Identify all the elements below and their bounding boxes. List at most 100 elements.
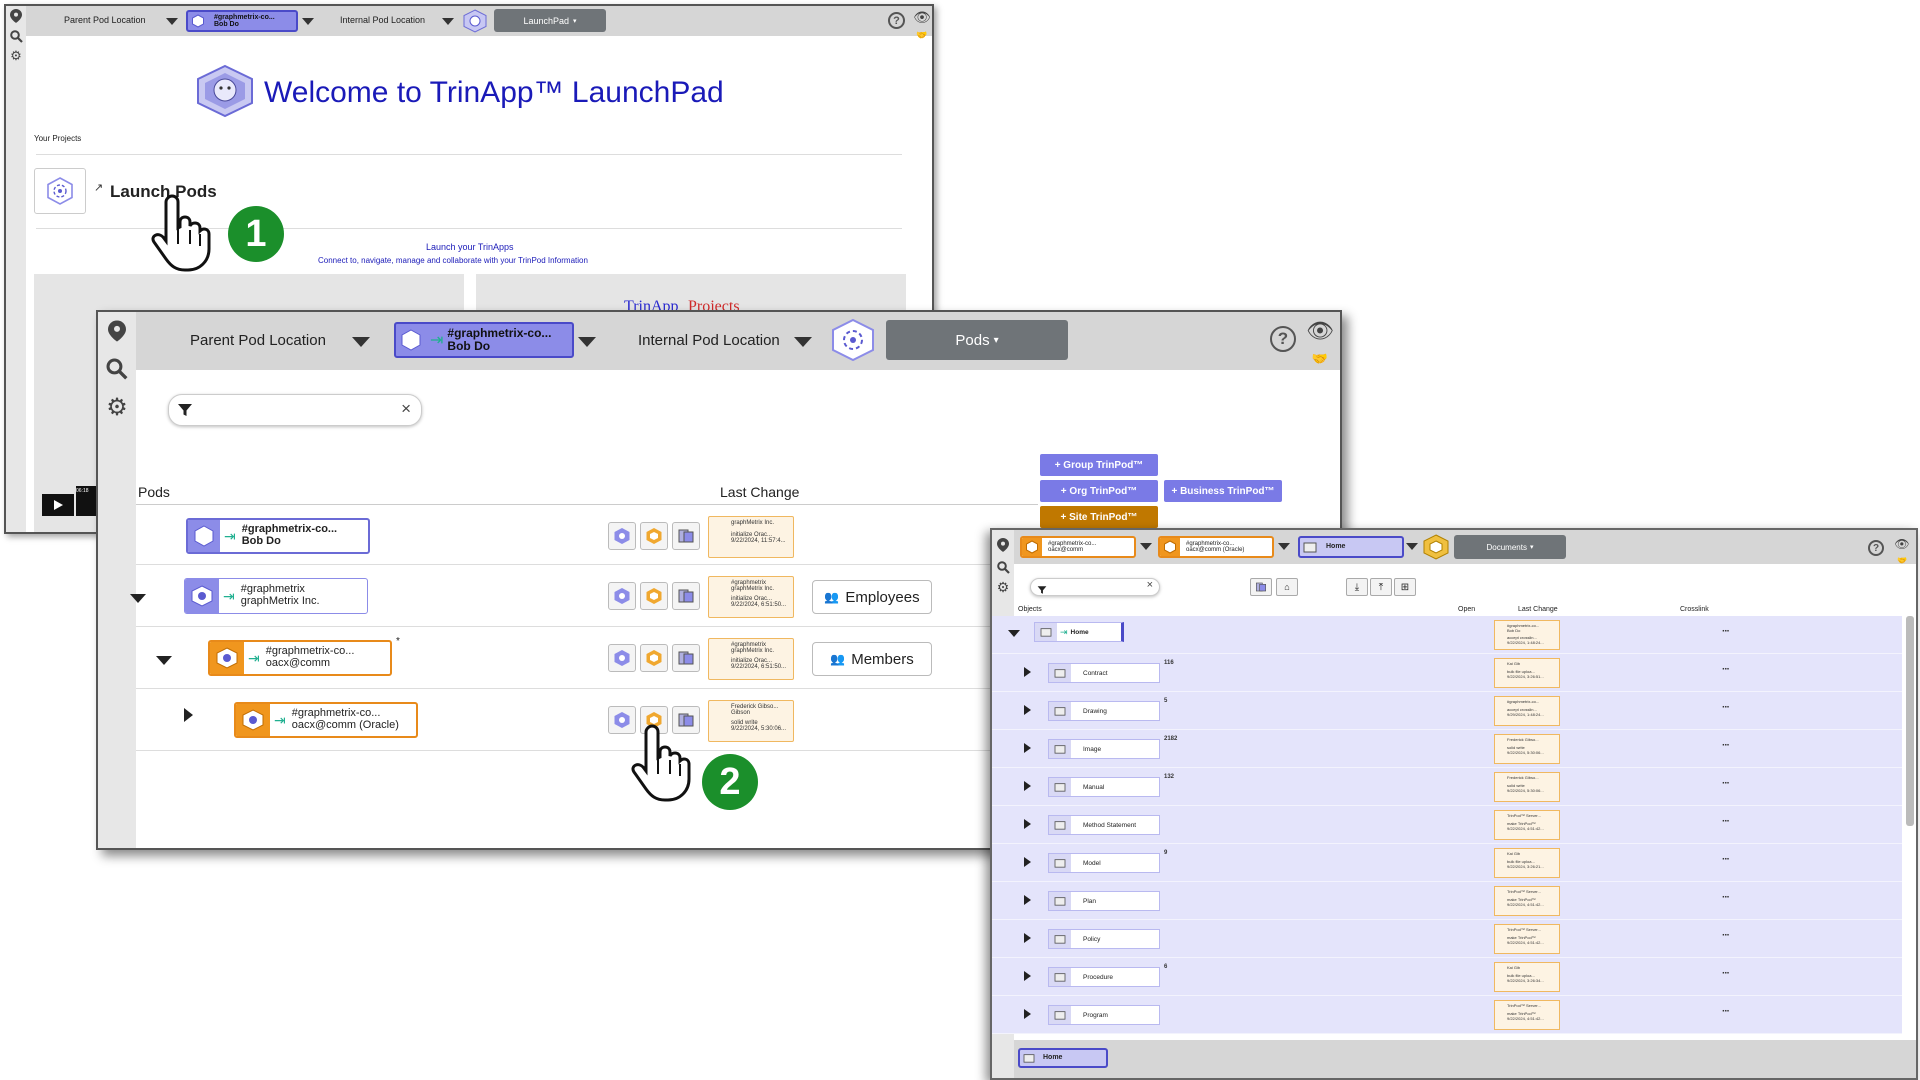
pod-selector-chip[interactable]: #graphmetrix-co... Bob Do [186, 10, 298, 32]
employees-button[interactable]: 👥 Employees [812, 580, 932, 614]
filter-input[interactable]: × [1030, 578, 1160, 596]
gear-icon[interactable]: ⚙ [104, 394, 130, 421]
document-row[interactable]: Method Statement TrinPod™ Server... make T… [992, 806, 1902, 844]
pod-chip-oacx-oracle[interactable]: ⇥ #graphmetrix-co... oacx@comm (Oracle) [234, 702, 418, 738]
document-row[interactable]: Policy TrinPod™ Server... make TrinPod™ 9/2… [992, 920, 1902, 958]
location-pin-icon[interactable] [8, 8, 24, 24]
more-options-icon[interactable]: ··· [1722, 1006, 1730, 1017]
clear-icon[interactable]: × [1147, 579, 1153, 591]
help-icon[interactable]: ? [1868, 540, 1884, 556]
document-object-chip[interactable]: Method Statement [1048, 815, 1160, 835]
members-button[interactable]: 👥 Members [812, 642, 932, 676]
scrollbar[interactable] [1906, 616, 1914, 826]
more-options-icon[interactable]: ··· [1722, 854, 1730, 865]
last-change-card[interactable]: TrinPod™ Server... make TrinPod™ 9/22/2024… [1494, 1000, 1560, 1030]
pod-selector-chip[interactable]: ⇥ #graphmetrix-co... Bob Do [394, 322, 574, 358]
document-object-chip[interactable]: Drawing [1048, 701, 1160, 721]
document-row[interactable]: Program TrinPod™ Server... make TrinPod™ 9/… [992, 996, 1902, 1034]
expand-icon[interactable] [1024, 1009, 1031, 1019]
expand-icon[interactable] [1024, 705, 1031, 715]
search-icon[interactable] [104, 356, 130, 382]
last-change-card[interactable]: #graphmetrix graphMetrix Inc. initialize… [708, 638, 794, 680]
document-object-chip[interactable]: Program [1048, 1005, 1160, 1025]
chevron-down-icon[interactable] [302, 18, 314, 25]
document-row[interactable]: Procedure 6 Kai Gib bulk file uploa... 9/22/… [992, 958, 1902, 996]
last-change-card[interactable]: #graphmetrix graphMetrix Inc. initialize… [708, 576, 794, 618]
add-business-trinpod-button[interactable]: + Business TrinPod™ [1164, 480, 1282, 502]
pod-chip-bob-do[interactable]: ⇥ #graphmetrix-co... Bob Do [186, 518, 370, 554]
eye-icon[interactable]: 👁 [1892, 536, 1912, 552]
more-options-icon[interactable]: ··· [1722, 702, 1730, 713]
chevron-down-icon[interactable] [1140, 543, 1152, 550]
home-chip[interactable]: Home [1298, 536, 1404, 558]
document-row[interactable]: Manual 132 Frederick Gibso... solid write 9/… [992, 768, 1902, 806]
expand-icon[interactable] [1024, 781, 1031, 791]
pod-chip-graphmetrix[interactable]: ⇥ #graphmetrix graphMetrix Inc. [184, 578, 368, 614]
last-change-card[interactable]: Frederick Gibso... solid write 9/22/2024, … [1494, 772, 1560, 802]
add-group-trinpod-button[interactable]: + Group TrinPod™ [1040, 454, 1158, 476]
documents-app-icon[interactable] [672, 522, 700, 550]
chevron-down-icon[interactable] [578, 337, 596, 347]
filter-input[interactable]: × [168, 394, 422, 426]
help-icon[interactable]: ? [888, 12, 905, 29]
document-object-chip[interactable]: Model [1048, 853, 1160, 873]
document-object-chip[interactable]: Contract [1048, 663, 1160, 683]
eye-icon[interactable]: 👁 [912, 8, 932, 26]
help-icon[interactable]: ? [1270, 326, 1296, 352]
add-file-icon[interactable]: ⊞ [1394, 578, 1416, 596]
internal-pod-location[interactable]: Internal Pod Location [638, 332, 780, 349]
pods-menu[interactable]: Pods ▾ [886, 320, 1068, 360]
upload-icon[interactable]: ⤒ [1370, 578, 1392, 596]
last-change-card[interactable]: Kai Gib bulk file uploa... 9/22/2024, 3:26… [1494, 658, 1560, 688]
last-change-card[interactable]: graphMetrix Inc. initialize Orac... 9/22… [708, 516, 794, 558]
launchpad-menu[interactable]: LaunchPad ▾ [494, 9, 606, 32]
last-change-card[interactable]: Frederick Gibso... solid write 9/22/2024, … [1494, 734, 1560, 764]
clear-icon[interactable]: × [401, 399, 411, 419]
eye-icon[interactable]: 👁 [1304, 318, 1336, 344]
home-object-chip[interactable]: ⇥ Home [1034, 622, 1124, 642]
expand-icon[interactable] [1024, 743, 1031, 753]
document-object-chip[interactable]: Image [1048, 739, 1160, 759]
document-row[interactable]: Plan TrinPod™ Server... make TrinPod™ 9/22/… [992, 882, 1902, 920]
last-change-card[interactable]: Kai Gib bulk file uploa... 9/22/2024, 3:26… [1494, 962, 1560, 992]
collapse-icon[interactable] [156, 656, 172, 665]
document-object-chip[interactable]: Manual [1048, 777, 1160, 797]
more-options-icon[interactable]: ··· [1722, 816, 1730, 827]
inbox-icon[interactable]: ⌂ [1276, 578, 1298, 596]
last-change-card[interactable]: #graphmetrix-co... accept crosslin... 9/29… [1494, 696, 1560, 726]
document-row[interactable]: Contract 116 Kai Gib bulk file uploa... 9/22… [992, 654, 1902, 692]
last-change-card[interactable]: Frederick Gibso... Gibson solid write 9/… [708, 700, 794, 742]
expand-icon[interactable] [1024, 933, 1031, 943]
location-pin-icon[interactable] [104, 318, 130, 344]
gear-icon[interactable]: ⚙ [994, 578, 1012, 596]
chevron-down-icon[interactable] [166, 18, 178, 25]
pod-app-icon[interactable] [608, 582, 636, 610]
expand-icon[interactable] [1024, 667, 1031, 677]
collapse-icon[interactable] [130, 594, 146, 603]
launch-app-icon[interactable] [640, 582, 668, 610]
more-options-icon[interactable]: ··· [1722, 740, 1730, 751]
expand-icon[interactable] [1024, 895, 1031, 905]
more-options-icon[interactable]: ··· [1722, 664, 1730, 675]
documents-app-icon[interactable] [1250, 578, 1272, 596]
add-site-trinpod-button[interactable]: + Site TrinPod™ [1040, 506, 1158, 528]
pod-chip-oacx-oracle[interactable]: #graphmetrix-co... oacx@comm (Oracle) [1158, 536, 1274, 558]
download-icon[interactable]: ⤓ [1346, 578, 1368, 596]
document-row[interactable]: Drawing 5 #graphmetrix-co... accept crossli… [992, 692, 1902, 730]
expand-icon[interactable] [1024, 819, 1031, 829]
collapse-icon[interactable] [1008, 630, 1020, 637]
handshake-icon[interactable]: 🤝 [1306, 350, 1334, 368]
launch-app-icon[interactable] [1422, 534, 1450, 565]
play-icon[interactable] [42, 494, 74, 516]
documents-menu[interactable]: Documents ▾ [1454, 535, 1566, 559]
expand-icon[interactable] [1024, 971, 1031, 981]
pod-app-icon[interactable] [608, 644, 636, 672]
chevron-down-icon[interactable] [1278, 543, 1290, 550]
chevron-down-icon[interactable] [352, 337, 370, 347]
add-org-trinpod-button[interactable]: + Org TrinPod™ [1040, 480, 1158, 502]
internal-pod-location[interactable]: Internal Pod Location [340, 15, 425, 25]
more-options-icon[interactable]: ··· [1722, 626, 1730, 637]
pod-chip-oacx-comm[interactable]: ⇥ #graphmetrix-co... oacx@comm [208, 640, 392, 676]
handshake-icon[interactable]: 🤝 [912, 28, 932, 42]
document-row[interactable]: Model 9 Kai Gib bulk file uploa... 9/22/2024… [992, 844, 1902, 882]
